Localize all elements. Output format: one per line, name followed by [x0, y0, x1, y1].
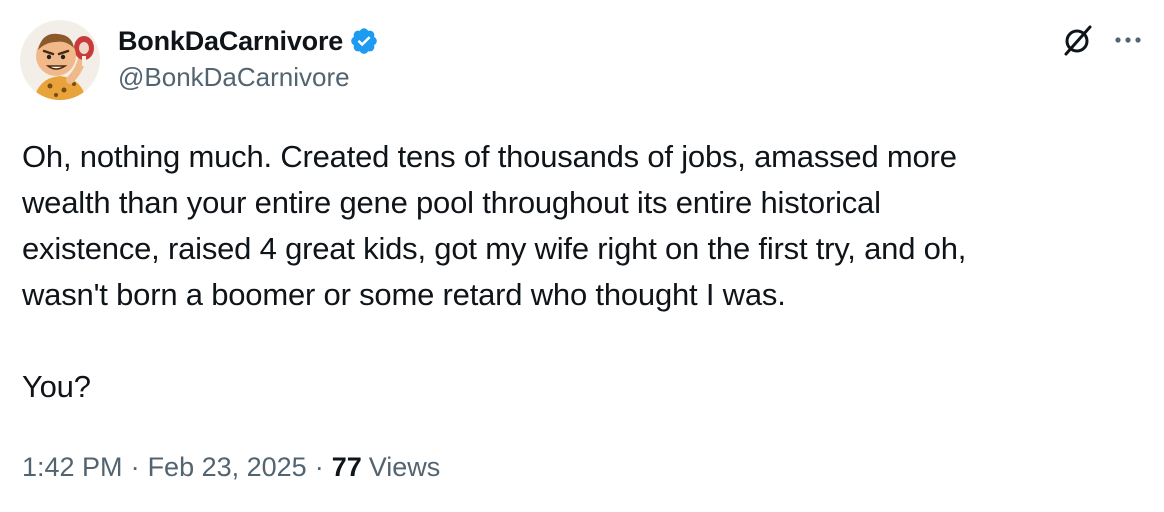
author-name-row: BonkDaCarnivore: [118, 22, 379, 60]
tweet-meta: 1:42 PM · Feb 23, 2025 · 77 Views: [22, 452, 440, 483]
caveman-avatar-icon: [20, 20, 100, 100]
views-label[interactable]: Views: [369, 452, 441, 483]
author-handle[interactable]: @BonkDaCarnivore: [118, 62, 350, 93]
author-name[interactable]: BonkDaCarnivore: [118, 26, 343, 57]
more-options-icon[interactable]: [1112, 30, 1144, 50]
tweet-text: Oh, nothing much. Created tens of thousa…: [22, 139, 967, 404]
meta-separator: ·: [130, 452, 140, 482]
avatar[interactable]: [20, 20, 100, 100]
verified-badge-icon[interactable]: [349, 26, 379, 56]
tweet-date[interactable]: Feb 23, 2025: [148, 452, 307, 483]
meta-separator: ·: [314, 452, 324, 482]
tweet-card: BonkDaCarnivore @BonkDaCarnivore Oh, not…: [0, 0, 1164, 512]
views-count[interactable]: 77: [332, 452, 362, 483]
grok-icon[interactable]: [1060, 22, 1096, 58]
tweet-time[interactable]: 1:42 PM: [22, 452, 123, 483]
